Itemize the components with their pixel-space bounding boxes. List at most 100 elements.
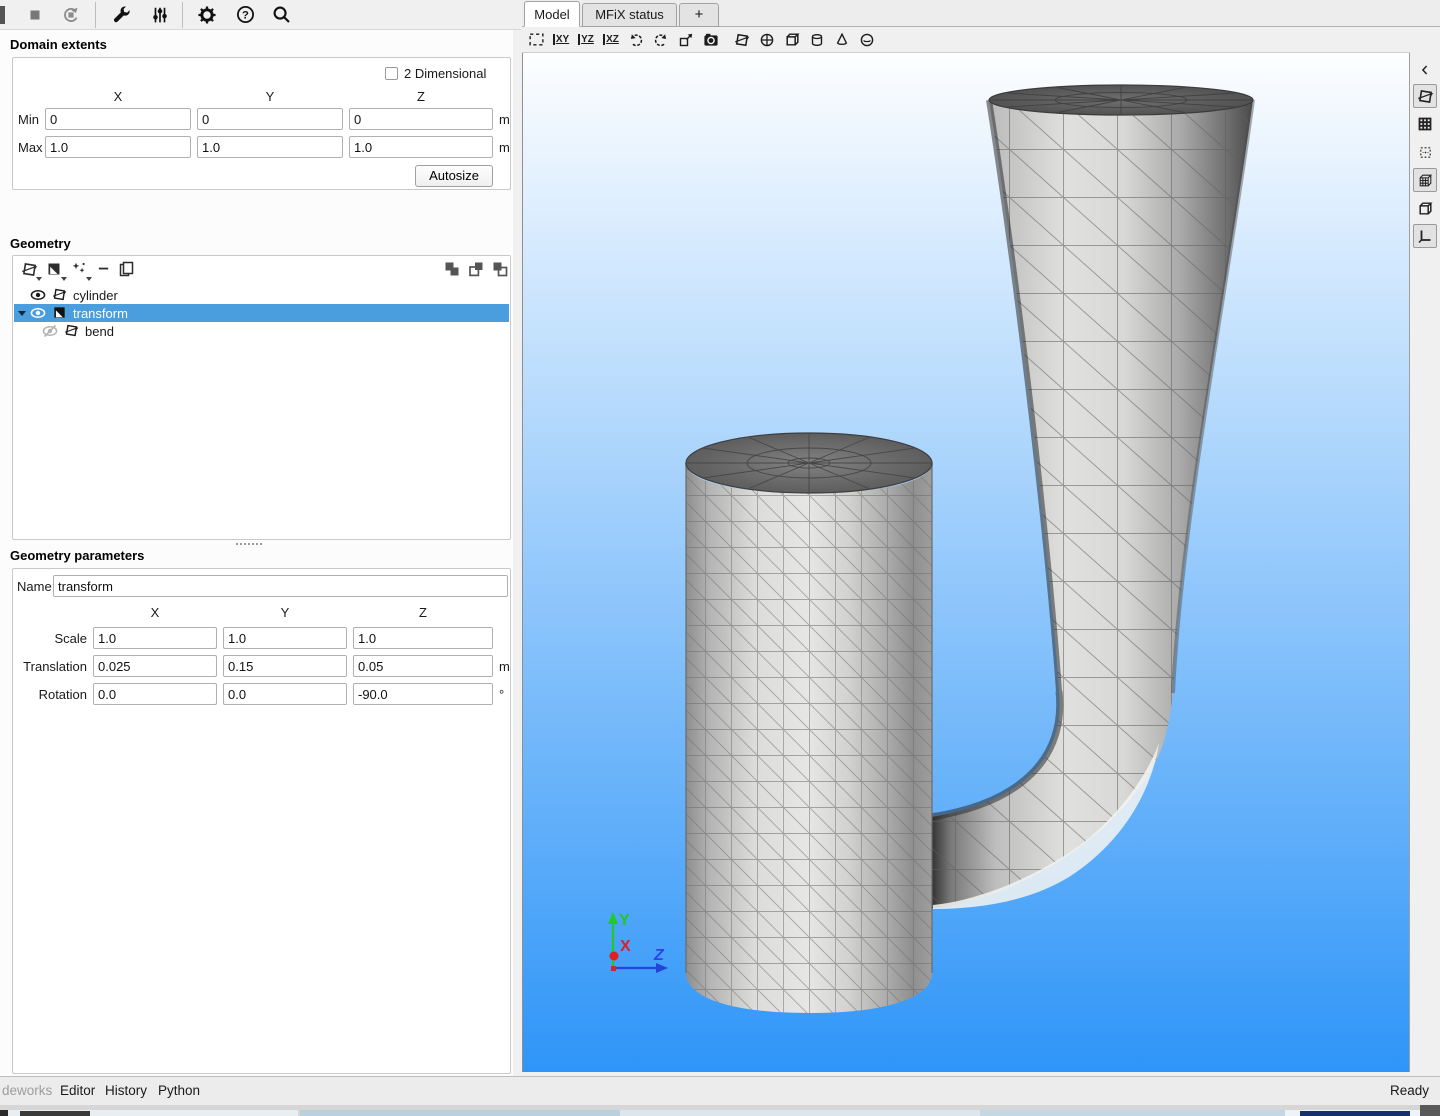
view-xz-button[interactable]: XZ	[601, 30, 621, 50]
settings-gear-icon[interactable]	[195, 3, 219, 27]
view-xy-button[interactable]: XY	[551, 30, 571, 50]
screenshot-camera-icon[interactable]	[701, 30, 721, 50]
rotation-y-input[interactable]	[223, 683, 347, 705]
boolean-union-icon[interactable]	[444, 261, 464, 281]
view-yz-button[interactable]: YZ	[576, 30, 596, 50]
mfix-main-window: Domain extents 2 Dimensional X Y Z Min m…	[0, 0, 1440, 1116]
y-axis-arrow	[608, 912, 618, 924]
toggle-axes-icon[interactable]	[1413, 224, 1437, 248]
nodeworks-button[interactable]: deworks	[2, 1083, 52, 1098]
cone-primitive-icon[interactable]	[832, 30, 852, 50]
min-y-input[interactable]	[197, 108, 343, 130]
status-ready-label: Ready	[1390, 1083, 1429, 1098]
regions-sphere-icon[interactable]	[757, 30, 777, 50]
min-unit: m	[499, 112, 510, 127]
toolbar-separator	[182, 2, 183, 28]
rotate-cw-icon[interactable]	[651, 30, 671, 50]
python-button[interactable]: Python	[158, 1083, 200, 1098]
orientation-axes-widget: Y Z X	[608, 912, 668, 973]
filter-transform-icon	[52, 305, 68, 321]
3d-viewport[interactable]: Y Z X	[522, 53, 1410, 1072]
mesh-geometry-icon	[64, 323, 80, 339]
eye-off-icon[interactable]	[42, 323, 58, 339]
boolean-intersect-icon[interactable]	[468, 261, 488, 281]
view-xy-label: XY	[553, 34, 569, 45]
max-y-input[interactable]	[197, 136, 343, 158]
cylinder-primitive-icon[interactable]	[807, 30, 827, 50]
status-bar: deworks Editor History Python Ready	[0, 1076, 1440, 1105]
translation-x-input[interactable]	[93, 655, 217, 677]
two-dimensional-label: 2 Dimensional	[404, 66, 486, 81]
translation-z-input[interactable]	[353, 655, 493, 677]
collapse-panel-chevron-icon[interactable]	[1413, 58, 1437, 82]
geometry-parameters-title: Geometry parameters	[10, 548, 144, 563]
stop-icon[interactable]	[23, 3, 47, 27]
geometry-parameters-box: Name X Y Z Scale Translation m Rotation …	[12, 568, 511, 1074]
tab-mfix-status[interactable]: MFiX status	[582, 3, 677, 27]
help-icon[interactable]	[233, 3, 257, 27]
translation-label: Translation	[13, 659, 87, 674]
max-z-input[interactable]	[349, 136, 493, 158]
rotation-z-input[interactable]	[353, 683, 493, 705]
remove-geometry-icon[interactable]	[96, 261, 116, 281]
sphere-primitive-icon[interactable]	[857, 30, 877, 50]
geometry-visibility-icon[interactable]	[732, 30, 752, 50]
panel-splitter-handle[interactable]	[236, 543, 262, 545]
mesh-geometry-icon	[52, 287, 68, 303]
build-wrench-icon[interactable]	[110, 3, 134, 27]
scale-z-input[interactable]	[353, 627, 493, 649]
rotate-ccw-icon[interactable]	[626, 30, 646, 50]
gp-col-x: X	[93, 605, 217, 620]
scale-x-input[interactable]	[93, 627, 217, 649]
perspective-toggle-icon[interactable]	[676, 30, 696, 50]
rotation-x-input[interactable]	[93, 683, 217, 705]
two-dimensional-checkbox[interactable]	[385, 67, 398, 80]
toolbar-separator	[95, 2, 96, 28]
toggle-grid-icon[interactable]	[1413, 112, 1437, 136]
tab-model[interactable]: Model	[524, 1, 580, 27]
history-button[interactable]: History	[105, 1083, 147, 1098]
parameters-sliders-icon[interactable]	[148, 3, 172, 27]
scale-y-input[interactable]	[223, 627, 347, 649]
boolean-wand-icon[interactable]	[71, 261, 91, 281]
toggle-regions-icon[interactable]	[1413, 140, 1437, 164]
z-axis-arrow	[656, 963, 668, 973]
boolean-difference-icon[interactable]	[492, 261, 512, 281]
max-label: Max	[18, 140, 43, 155]
translation-y-input[interactable]	[223, 655, 347, 677]
tree-item-label: transform	[73, 306, 128, 321]
fit-view-icon[interactable]	[526, 30, 546, 50]
toggle-cube-icon[interactable]	[1413, 196, 1437, 220]
domain-col-y: Y	[197, 89, 343, 104]
editor-button[interactable]: Editor	[60, 1083, 95, 1098]
add-geometry-icon[interactable]	[21, 261, 41, 281]
tree-row-cylinder[interactable]: cylinder	[14, 286, 509, 304]
add-filter-icon[interactable]	[46, 261, 66, 281]
min-z-input[interactable]	[349, 108, 493, 130]
z-axis-label: Z	[653, 947, 665, 964]
expander-icon[interactable]	[18, 311, 26, 316]
tab-add[interactable]: +	[679, 3, 719, 27]
y-axis-label: Y	[619, 912, 630, 929]
scale-label: Scale	[13, 631, 87, 646]
copy-geometry-icon[interactable]	[118, 261, 138, 281]
eye-icon[interactable]	[30, 287, 46, 303]
tree-row-bend[interactable]: bend	[14, 322, 509, 340]
reset-icon[interactable]	[59, 3, 83, 27]
cube-primitive-icon[interactable]	[782, 30, 802, 50]
gp-col-y: Y	[223, 605, 347, 620]
min-x-input[interactable]	[45, 108, 191, 130]
geometry-box: cylinder transform bend	[12, 255, 511, 540]
toggle-mesh-cube-icon[interactable]	[1413, 168, 1437, 192]
toggle-geometry-icon[interactable]	[1413, 84, 1437, 108]
translation-unit: m	[499, 659, 510, 674]
name-input[interactable]	[53, 575, 508, 597]
search-icon[interactable]	[269, 3, 293, 27]
view-yz-label: YZ	[578, 34, 594, 45]
max-x-input[interactable]	[45, 136, 191, 158]
viewport-toolbar: XY YZ XZ	[522, 27, 1410, 53]
name-label: Name	[17, 579, 52, 594]
autosize-button[interactable]: Autosize	[415, 165, 493, 187]
eye-icon[interactable]	[30, 305, 46, 321]
tree-row-transform[interactable]: transform	[14, 304, 509, 322]
